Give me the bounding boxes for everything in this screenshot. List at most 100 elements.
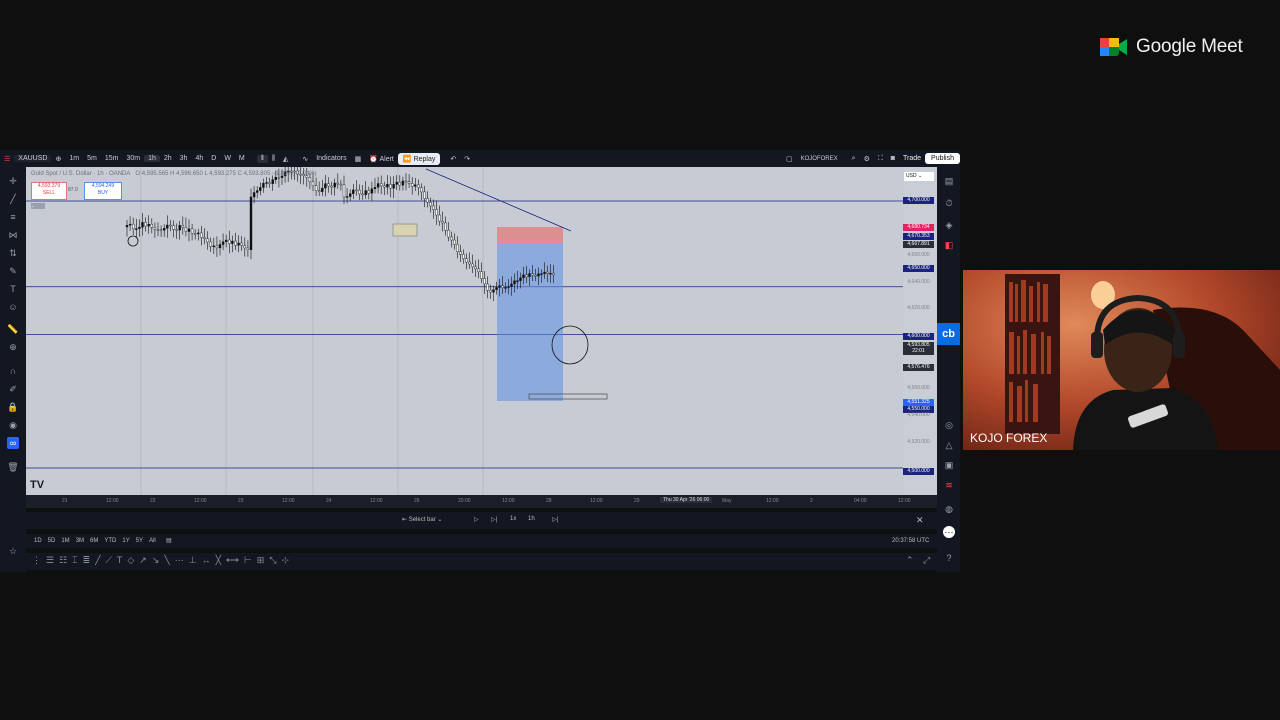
- timeframe-5m[interactable]: 5m: [83, 155, 101, 162]
- trend-line-icon[interactable]: ╱: [7, 193, 19, 205]
- drawing-tool-icon[interactable]: ╳: [216, 555, 221, 566]
- drawing-tool-icon[interactable]: ☰: [46, 555, 54, 566]
- select-bar-button[interactable]: ⇤ Select bar ⌄: [402, 516, 442, 523]
- price-chart[interactable]: Gold Spot / U.S. Dollar · 1h · OANDA O 4…: [26, 167, 903, 495]
- time-axis[interactable]: 21 12:00 22 12:00 23 12:00 24 12:00 26 20:00 12:00…: [26, 495, 937, 508]
- trade-button[interactable]: Trade: [899, 155, 925, 162]
- drawing-tool-icon[interactable]: ⟋: [106, 555, 112, 566]
- play-icon[interactable]: ▷: [474, 516, 479, 523]
- link-icon[interactable]: ∞: [7, 437, 19, 449]
- drawing-tool-icon[interactable]: ⋯: [175, 555, 184, 566]
- target-icon[interactable]: ◎: [943, 419, 955, 431]
- snapshot-icon[interactable]: ◙: [887, 155, 899, 162]
- visibility-icon[interactable]: ◉: [7, 419, 19, 431]
- timeframe-2h[interactable]: 2h: [160, 155, 176, 162]
- timeframe-15m[interactable]: 15m: [101, 155, 123, 162]
- sell-button[interactable]: 4,593.379 SELL: [31, 182, 67, 200]
- drawing-tool-icon[interactable]: ≣: [83, 555, 91, 566]
- apps-grid-icon[interactable]: ⋯: [943, 526, 955, 538]
- emoji-icon[interactable]: ☺: [7, 301, 19, 313]
- menu-icon[interactable]: ☰: [0, 155, 14, 163]
- drawing-tool-icon[interactable]: ⟷: [226, 555, 239, 566]
- timeframe-d[interactable]: D: [207, 155, 220, 162]
- goto-date-icon[interactable]: ▤: [166, 537, 172, 544]
- drawing-tool-icon[interactable]: ◇: [127, 555, 134, 566]
- timeframe-w[interactable]: W: [220, 155, 235, 162]
- drawing-tool-icon[interactable]: ↔: [202, 555, 211, 566]
- drawing-tool-icon[interactable]: ☷: [59, 555, 67, 566]
- drawing-tool-icon[interactable]: ╱: [95, 555, 100, 566]
- layout-icon[interactable]: ▦: [351, 155, 366, 163]
- range-button-3m[interactable]: 3M: [76, 538, 84, 544]
- account-name[interactable]: KOJOFOREX: [797, 156, 842, 162]
- feed-icon[interactable]: ≋: [943, 479, 955, 491]
- participant-video-tile[interactable]: [963, 270, 1280, 450]
- range-button-5d[interactable]: 5D: [48, 538, 56, 544]
- candle-type-icon[interactable]: ⫼: [268, 155, 279, 163]
- alerts-clock-icon[interactable]: ⏱: [943, 197, 955, 209]
- settings-icon[interactable]: ⚙: [860, 155, 874, 163]
- drawing-tool-icon[interactable]: ⤡: [269, 555, 276, 566]
- symbol-search[interactable]: XAUUSD: [14, 155, 52, 162]
- bar-chart-icon[interactable]: ⫴: [256, 154, 268, 163]
- currency-selector[interactable]: USD ⌄: [904, 172, 934, 181]
- brush-icon[interactable]: ✎: [7, 265, 19, 277]
- magnet-icon[interactable]: ∩: [7, 365, 19, 377]
- text-icon[interactable]: T: [7, 283, 19, 295]
- timeframe-4h[interactable]: 4h: [191, 155, 207, 162]
- drawing-tool-icon[interactable]: ⊢: [244, 555, 252, 566]
- timeframe-m[interactable]: M: [235, 155, 249, 162]
- trash-icon[interactable]: 🗑: [7, 461, 19, 473]
- pattern-icon[interactable]: ⋈: [7, 229, 19, 241]
- fib-icon[interactable]: ≡: [7, 211, 19, 223]
- layers-icon[interactable]: ◈: [943, 219, 955, 231]
- publish-button[interactable]: Publish: [925, 153, 960, 164]
- replay-button[interactable]: ⏪ Replay: [397, 152, 441, 165]
- drawing-tool-icon[interactable]: ↘: [152, 555, 160, 566]
- step-forward-icon[interactable]: ▷|: [491, 516, 497, 523]
- keep-drawing-icon[interactable]: ✐: [7, 383, 19, 395]
- favorites-icon[interactable]: ☆: [7, 545, 19, 557]
- utc-clock[interactable]: 20:37:58 UTC: [892, 538, 929, 544]
- drawing-tool-icon[interactable]: ⊥: [189, 555, 197, 566]
- maximize-icon[interactable]: ⤢: [923, 555, 930, 566]
- close-replay-icon[interactable]: ✕: [916, 515, 924, 526]
- range-button-6m[interactable]: 6M: [90, 538, 98, 544]
- calendar-icon[interactable]: ▣: [943, 459, 955, 471]
- timeframe-30m[interactable]: 30m: [122, 155, 144, 162]
- chat-icon[interactable]: ◍: [943, 503, 955, 515]
- cb-badge[interactable]: cb: [937, 323, 960, 345]
- timeframe-3h[interactable]: 3h: [176, 155, 192, 162]
- drawing-tool-icon[interactable]: ╲: [164, 555, 169, 566]
- lock-icon[interactable]: 🔒: [7, 401, 19, 413]
- range-button-1y[interactable]: 1Y: [122, 538, 129, 544]
- timeframe-1m[interactable]: 1m: [65, 155, 83, 162]
- watchlist-icon[interactable]: ▤: [943, 175, 955, 187]
- search-icon[interactable]: ⌕: [848, 155, 860, 163]
- ruler-icon[interactable]: 📏: [7, 323, 19, 335]
- drawing-tool-icon[interactable]: ⌶: [72, 555, 77, 566]
- range-button-1m[interactable]: 1M: [61, 538, 69, 544]
- crosshair-icon[interactable]: ✛: [7, 175, 19, 187]
- indicators-icon[interactable]: ∿: [298, 155, 312, 163]
- collapse-legend-icon[interactable]: ⌄: [31, 203, 45, 209]
- drawing-tool-icon[interactable]: ⊞: [257, 555, 265, 566]
- range-button-1d[interactable]: 1D: [34, 538, 42, 544]
- alert-button[interactable]: ⏰ Alert: [365, 155, 398, 163]
- notifications-icon[interactable]: ◧: [943, 239, 955, 251]
- forecast-icon[interactable]: ⇅: [7, 247, 19, 259]
- fullscreen-icon[interactable]: ⛶: [874, 155, 887, 163]
- collapse-up-icon[interactable]: ⌃: [906, 555, 914, 566]
- timeframe-1h[interactable]: 1h: [144, 155, 160, 162]
- ideas-icon[interactable]: △: [943, 439, 955, 451]
- undo-icon[interactable]: ↶: [446, 155, 460, 163]
- area-chart-icon[interactable]: ◭: [279, 155, 292, 163]
- drawing-tool-icon[interactable]: ⊹: [282, 555, 290, 566]
- speed-button[interactable]: 1x: [510, 516, 516, 522]
- drawing-tool-icon[interactable]: ↗: [139, 555, 147, 566]
- layout-select-icon[interactable]: ▢: [782, 155, 797, 163]
- zoom-icon[interactable]: ⊕: [7, 341, 19, 353]
- range-button-5y[interactable]: 5Y: [136, 538, 143, 544]
- range-button-all[interactable]: All: [149, 538, 156, 544]
- help-icon[interactable]: ?: [943, 552, 955, 564]
